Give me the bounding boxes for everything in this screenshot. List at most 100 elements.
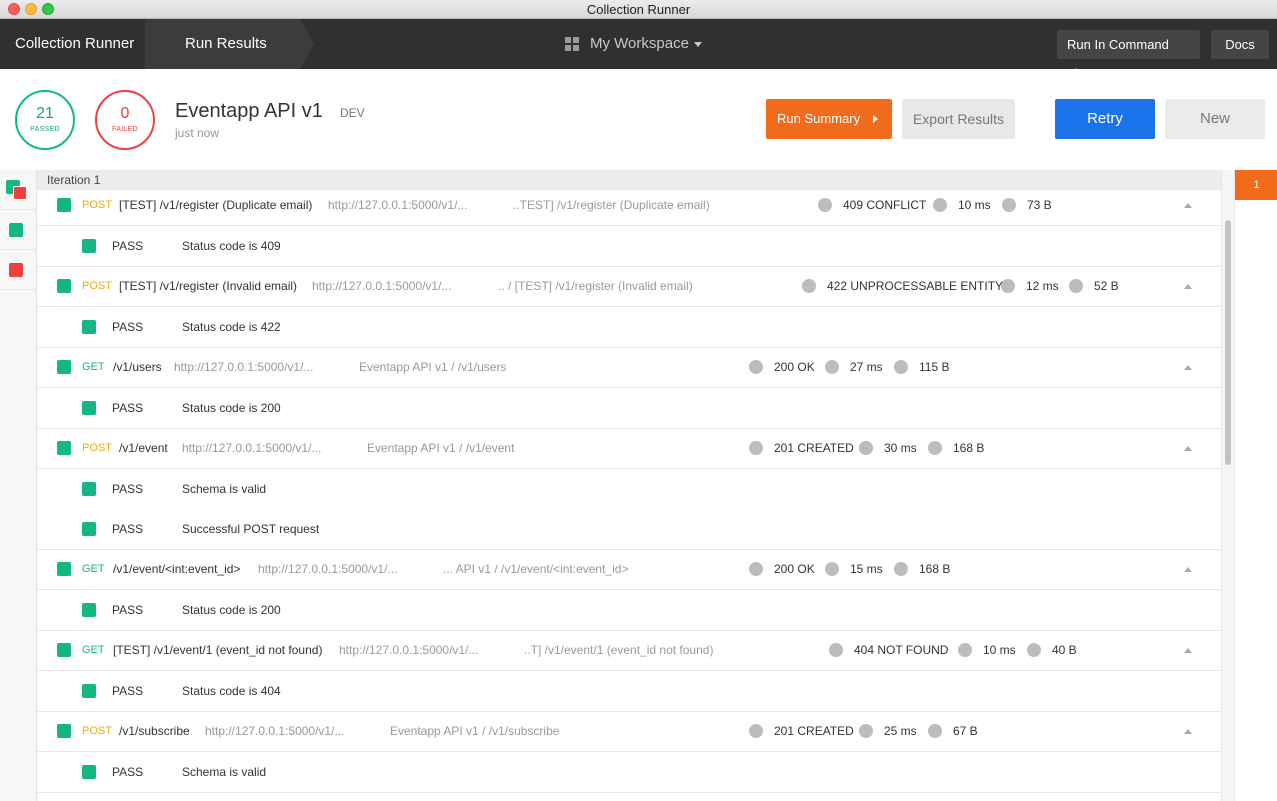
retry-button[interactable]: Retry <box>1055 99 1155 139</box>
top-navigation: Collection Runner Run Results My Workspa… <box>0 19 1277 81</box>
test-name: Status code is 404 <box>182 684 281 698</box>
new-button[interactable]: New <box>1165 99 1265 139</box>
run-summary-button[interactable]: Run Summary <box>766 99 892 139</box>
request-url: http://127.0.0.1:5000/v1/... <box>339 643 479 657</box>
response-size: 67 B <box>953 724 978 738</box>
test-name: Status code is 200 <box>182 603 281 617</box>
test-name: Status code is 422 <box>182 320 281 334</box>
pass-square-icon <box>82 522 96 536</box>
request-method: POST <box>82 442 112 454</box>
pass-square-icon <box>57 724 71 738</box>
pass-square-icon <box>9 223 23 237</box>
test-result: PASS <box>112 239 144 253</box>
pass-square-icon <box>57 198 71 212</box>
request-row[interactable]: POST [TEST] /v1/register (Invalid email)… <box>37 266 1221 307</box>
response-time: 15 ms <box>850 562 883 576</box>
request-row[interactable]: GET /v1/event/<int:event_id> http://127.… <box>37 549 1221 590</box>
request-path: Eventapp API v1 / /v1/event <box>367 441 515 455</box>
results-list: Iteration 1 POST [TEST] /v1/register (Du… <box>37 170 1221 801</box>
request-row[interactable]: POST /v1/subscribe http://127.0.0.1:5000… <box>37 711 1221 752</box>
status-dot-icon <box>818 198 832 212</box>
pass-square-icon <box>57 279 71 293</box>
run-in-command-line-button[interactable]: Run In Command Line <box>1057 30 1200 81</box>
response-size: 115 B <box>919 360 950 374</box>
collapse-icon[interactable] <box>1184 365 1192 370</box>
test-row: PASS Status code is 409 <box>37 226 1221 267</box>
test-result: PASS <box>112 482 144 496</box>
passed-count: 21 <box>36 105 54 122</box>
test-name: Schema is valid <box>182 482 267 496</box>
response-status: 404 NOT FOUND <box>854 643 949 657</box>
results-scrollbar[interactable] <box>1221 170 1234 801</box>
iteration-badge[interactable]: 1 <box>1235 170 1277 200</box>
request-url: http://127.0.0.1:5000/v1/... <box>174 360 314 374</box>
size-dot-icon <box>1069 279 1083 293</box>
status-dot-icon <box>829 643 843 657</box>
request-name: /v1/event/<int:event_id> <box>113 562 241 576</box>
iteration-rail: 1 <box>1234 170 1277 801</box>
response-time: 10 ms <box>983 643 1016 657</box>
request-method: GET <box>82 563 105 575</box>
size-dot-icon <box>1002 198 1016 212</box>
request-name: [TEST] /v1/event/1 (event_id not found) <box>113 643 323 657</box>
status-dot-icon <box>802 279 816 293</box>
time-dot-icon <box>1001 279 1015 293</box>
response-status: 409 CONFLICT <box>843 198 927 212</box>
filter-passed[interactable] <box>0 210 37 250</box>
request-row[interactable]: POST [TEST] /v1/register (Duplicate emai… <box>37 185 1221 226</box>
collapse-icon[interactable] <box>1184 203 1192 208</box>
filter-all[interactable] <box>0 170 37 210</box>
test-result: PASS <box>112 765 144 779</box>
chevron-right-icon <box>873 115 878 123</box>
breadcrumb-collection-runner[interactable]: Collection Runner <box>15 19 134 69</box>
status-dot-icon <box>749 724 763 738</box>
response-time: 27 ms <box>850 360 883 374</box>
test-name: Status code is 200 <box>182 401 281 415</box>
test-name: Status code is 409 <box>182 239 281 253</box>
collapse-icon[interactable] <box>1184 446 1192 451</box>
workspace-selector[interactable]: My Workspace <box>590 19 689 69</box>
collapse-icon[interactable] <box>1184 729 1192 734</box>
export-results-button[interactable]: Export Results <box>902 99 1015 139</box>
response-time: 25 ms <box>884 724 917 738</box>
request-method: GET <box>82 361 105 373</box>
collapse-icon[interactable] <box>1184 648 1192 653</box>
request-name: [TEST] /v1/register (Invalid email) <box>119 279 298 293</box>
breadcrumb-run-results[interactable]: Run Results <box>185 19 267 69</box>
test-row: PASS Status code is 422 <box>37 307 1221 348</box>
pass-square-icon <box>57 562 71 576</box>
collapse-icon[interactable] <box>1184 284 1192 289</box>
response-size: 52 B <box>1094 279 1119 293</box>
request-name: /v1/users <box>113 360 162 374</box>
time-dot-icon <box>825 562 839 576</box>
chevron-down-icon[interactable] <box>694 42 702 47</box>
request-row[interactable]: GET /v1/users http://127.0.0.1:5000/v1/.… <box>37 347 1221 388</box>
test-row: PASS Status code is 404 <box>37 671 1221 712</box>
pass-square-icon <box>82 401 96 415</box>
status-dot-icon <box>749 562 763 576</box>
response-time: 30 ms <box>884 441 917 455</box>
workspace-grid-icon[interactable] <box>565 37 579 51</box>
size-dot-icon <box>928 724 942 738</box>
test-result: PASS <box>112 522 144 536</box>
filter-failed[interactable] <box>0 250 37 290</box>
pass-square-icon <box>57 360 71 374</box>
environment-label: DEV <box>340 106 365 120</box>
request-url: http://127.0.0.1:5000/v1/... <box>205 724 345 738</box>
request-row[interactable]: POST /v1/event http://127.0.0.1:5000/v1/… <box>37 428 1221 469</box>
collapse-icon[interactable] <box>1184 567 1192 572</box>
docs-button[interactable]: Docs <box>1211 30 1269 59</box>
size-dot-icon <box>894 360 908 374</box>
request-url: http://127.0.0.1:5000/v1/... <box>328 198 468 212</box>
pass-square-icon <box>82 603 96 617</box>
window-title: Collection Runner <box>586 2 691 17</box>
response-status: 201 CREATED <box>774 441 854 455</box>
request-method: GET <box>82 644 105 656</box>
request-row[interactable]: GET [TEST] /v1/event/1 (event_id not fou… <box>37 630 1221 671</box>
test-name: Schema is valid <box>182 765 267 779</box>
run-summary-label: Run Summary <box>777 111 861 126</box>
scrollbar-thumb[interactable] <box>1225 220 1231 465</box>
response-size: 168 B <box>919 562 951 576</box>
status-dot-icon <box>749 360 763 374</box>
request-name: [TEST] /v1/register (Duplicate email) <box>119 198 313 212</box>
